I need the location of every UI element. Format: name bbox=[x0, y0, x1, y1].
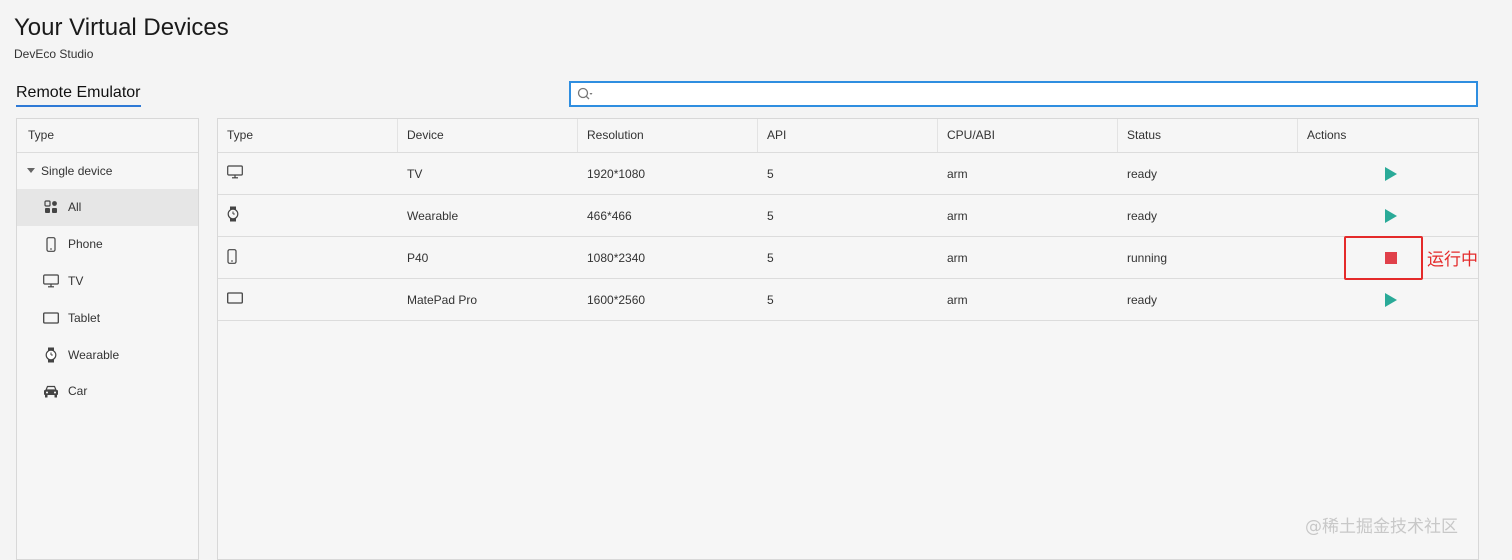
tv-icon bbox=[227, 165, 243, 179]
actions-cell bbox=[1298, 208, 1478, 223]
table-row[interactable]: TV 1920*1080 5 arm ready bbox=[218, 153, 1478, 195]
tab-remote-emulator[interactable]: Remote Emulator bbox=[16, 84, 141, 107]
resolution: 1600*2560 bbox=[587, 292, 646, 307]
sidebar-item-label: TV bbox=[68, 273, 84, 288]
device-name: Wearable bbox=[407, 208, 459, 223]
sidebar-item-label: Tablet bbox=[68, 310, 101, 325]
status: running bbox=[1127, 250, 1168, 265]
resolution: 1920*1080 bbox=[587, 166, 646, 181]
api-level: 5 bbox=[767, 166, 774, 181]
column-header-actions: Actions bbox=[1307, 128, 1347, 142]
status: ready bbox=[1127, 208, 1158, 223]
column-header-resolution[interactable]: Resolution bbox=[578, 119, 758, 152]
grid-icon bbox=[43, 199, 59, 215]
group-label: Single device bbox=[41, 164, 113, 178]
search-input[interactable] bbox=[595, 83, 1469, 107]
search-icon bbox=[577, 87, 593, 100]
cpu-abi: arm bbox=[947, 166, 968, 181]
page-subtitle: DevEco Studio bbox=[14, 47, 94, 61]
row-type-cell bbox=[218, 248, 398, 267]
column-header-status[interactable]: Status bbox=[1118, 119, 1298, 152]
api-level: 5 bbox=[767, 292, 774, 307]
sidebar-item-phone[interactable]: Phone bbox=[17, 226, 198, 263]
resolution: 1080*2340 bbox=[587, 250, 646, 265]
table-row[interactable]: P40 1080*2340 5 arm running bbox=[218, 237, 1478, 279]
annotation-highlight-box bbox=[1344, 236, 1423, 280]
caret-down-icon bbox=[27, 168, 35, 174]
watch-icon bbox=[227, 206, 239, 222]
status: ready bbox=[1127, 166, 1158, 181]
row-type-cell bbox=[218, 206, 398, 225]
phone-icon bbox=[43, 236, 59, 252]
table-header: Type Device Resolution API CPU/ABI Statu… bbox=[218, 119, 1478, 153]
device-name: MatePad Pro bbox=[407, 292, 478, 307]
play-icon[interactable] bbox=[1385, 292, 1397, 307]
sidebar-item-tablet[interactable]: Tablet bbox=[17, 299, 198, 336]
row-type-cell bbox=[218, 165, 398, 182]
sidebar-item-car[interactable]: Car bbox=[17, 373, 198, 410]
search-box[interactable] bbox=[569, 81, 1478, 107]
play-icon[interactable] bbox=[1385, 166, 1397, 181]
table-row[interactable]: MatePad Pro 1600*2560 5 arm ready bbox=[218, 279, 1478, 321]
sidebar-item-label: All bbox=[68, 200, 82, 215]
type-header: Type bbox=[17, 119, 198, 153]
sidebar-item-tv[interactable]: TV bbox=[17, 263, 198, 300]
column-header-type[interactable]: Type bbox=[218, 119, 398, 152]
cpu-abi: arm bbox=[947, 250, 968, 265]
tv-icon bbox=[43, 273, 59, 289]
tablet-icon bbox=[43, 310, 59, 326]
tablet-icon bbox=[227, 292, 243, 304]
api-level: 5 bbox=[767, 250, 774, 265]
device-table: Type Device Resolution API CPU/ABI Statu… bbox=[217, 118, 1479, 560]
device-type-panel: Type Single device All Phone TV Tablet W… bbox=[16, 118, 199, 560]
column-header-device[interactable]: Device bbox=[398, 119, 578, 152]
annotation-label: 运行中 bbox=[1427, 250, 1478, 270]
sidebar-item-label: Wearable bbox=[68, 347, 120, 362]
device-name: P40 bbox=[407, 250, 429, 265]
phone-icon bbox=[227, 248, 237, 264]
sidebar-item-label: Car bbox=[68, 384, 88, 399]
status: ready bbox=[1127, 292, 1158, 307]
device-name: TV bbox=[407, 166, 423, 181]
actions-cell bbox=[1298, 166, 1478, 181]
cpu-abi: arm bbox=[947, 208, 968, 223]
actions-cell bbox=[1298, 292, 1478, 307]
cpu-abi: arm bbox=[947, 292, 968, 307]
sidebar-item-label: Phone bbox=[68, 237, 103, 252]
column-header-cpu[interactable]: CPU/ABI bbox=[938, 119, 1118, 152]
api-level: 5 bbox=[767, 208, 774, 223]
watch-icon bbox=[43, 347, 59, 363]
sidebar-item-all[interactable]: All bbox=[17, 189, 198, 226]
single-device-group[interactable]: Single device bbox=[17, 153, 198, 189]
play-icon[interactable] bbox=[1385, 208, 1397, 223]
resolution: 466*466 bbox=[587, 208, 632, 223]
page-title: Your Virtual Devices bbox=[14, 14, 229, 41]
sidebar-item-wearable[interactable]: Wearable bbox=[17, 336, 198, 373]
watermark: @稀土掘金技术社区 bbox=[1305, 517, 1458, 537]
table-row[interactable]: Wearable 466*466 5 arm ready bbox=[218, 195, 1478, 237]
row-type-cell bbox=[218, 292, 398, 307]
column-header-api[interactable]: API bbox=[758, 119, 938, 152]
car-icon bbox=[43, 383, 59, 399]
